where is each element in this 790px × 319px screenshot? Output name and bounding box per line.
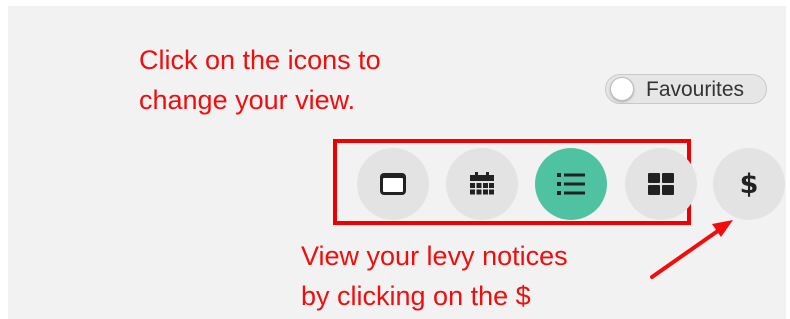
list-view-icon — [557, 173, 585, 195]
calendar-view-button[interactable] — [446, 148, 518, 220]
grid-view-button[interactable] — [625, 148, 697, 220]
instruction-text-change-view: Click on the icons to change your view. — [139, 40, 381, 120]
instruction-line: Click on the icons to — [139, 45, 381, 75]
favourites-toggle[interactable]: Favourites — [605, 74, 767, 104]
levy-notices-button[interactable]: $ — [713, 148, 785, 220]
instruction-line: View your levy notices — [301, 241, 568, 271]
grid-view-icon — [648, 173, 674, 195]
card-view-button[interactable] — [357, 148, 429, 220]
list-view-button[interactable] — [535, 148, 607, 220]
toggle-knob — [610, 77, 634, 101]
instruction-line: by clicking on the $ — [301, 281, 531, 311]
card-view-icon — [380, 173, 406, 195]
instruction-line: change your view. — [139, 85, 356, 115]
dollar-icon: $ — [739, 168, 759, 200]
instruction-text-levy: View your levy notices by clicking on th… — [301, 236, 568, 316]
calendar-view-icon — [470, 172, 494, 195]
favourites-label: Favourites — [646, 78, 745, 101]
